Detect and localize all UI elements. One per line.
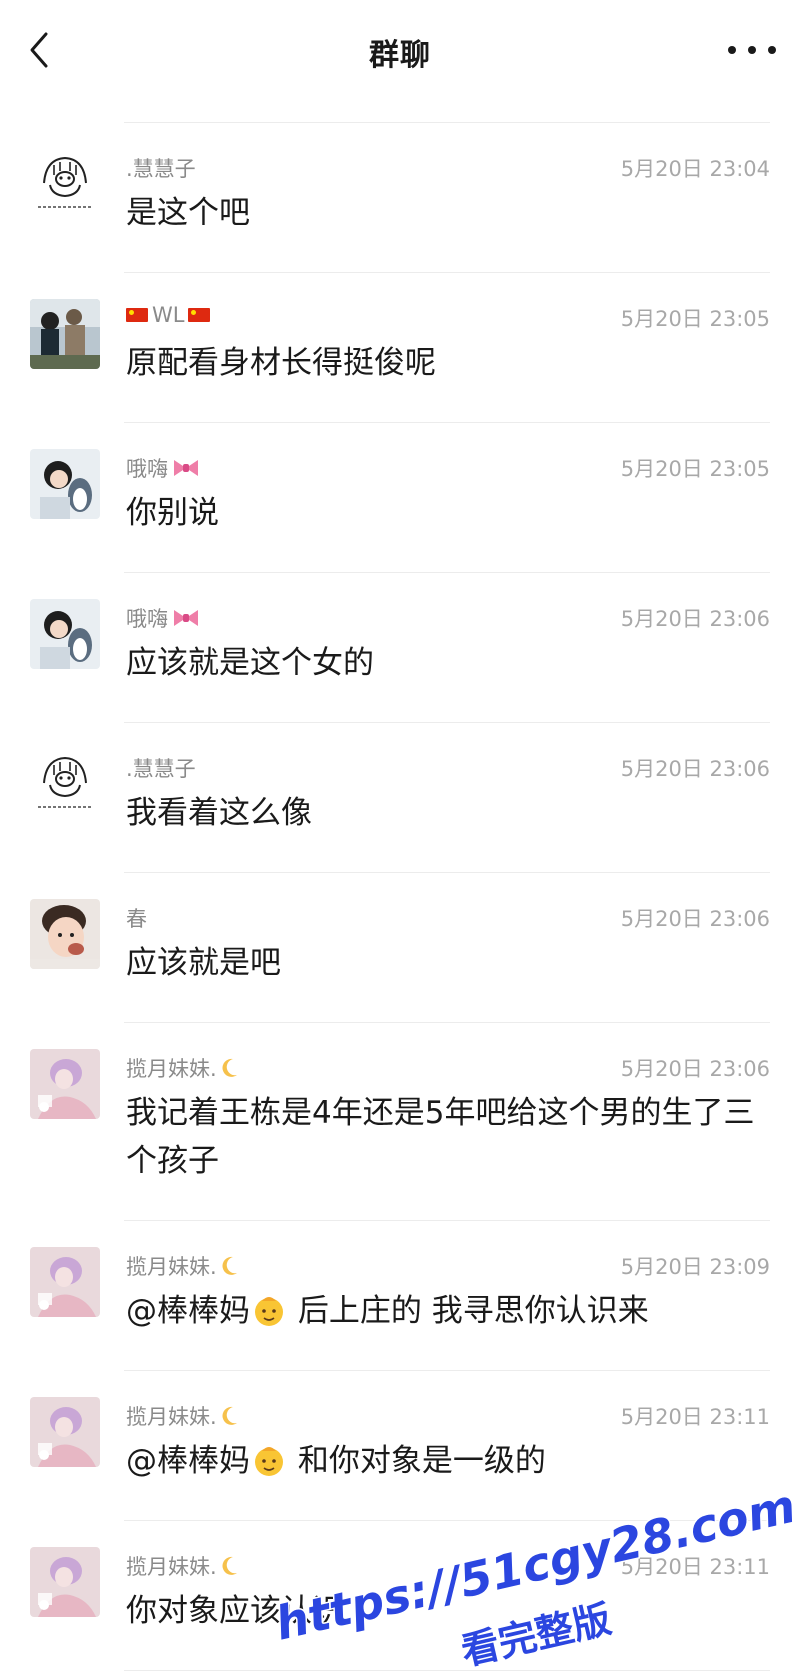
message-text[interactable]: 你对象应该认识 (126, 1587, 766, 1635)
message-meta: 哦嗨 5月20日 23:06 (126, 603, 770, 633)
sender-name[interactable]: 哦嗨 (126, 603, 200, 633)
sender-label: .慧慧子 (126, 157, 196, 181)
message-item: 揽月妹妹. 5月20日 23:06 我记着王栋是4年还是5年吧给这个男的生了三个… (0, 1023, 800, 1221)
pink-anime-avatar[interactable] (30, 1049, 100, 1119)
message-time: 5月20日 23:06 (620, 757, 770, 781)
moon-icon (222, 1058, 237, 1077)
sender-name[interactable]: .慧慧子 (126, 753, 196, 783)
message-item: 哦嗨 5月20日 23:05 你别说 (0, 423, 800, 573)
message-list: .慧慧子 5月20日 23:04 是这个吧 WL 5月20日 23:05 原配看… (0, 123, 800, 1671)
message-item: WL 5月20日 23:05 原配看身材长得挺俊呢 (0, 273, 800, 423)
message-time: 5月20日 23:06 (620, 607, 770, 631)
message-time: 5月20日 23:05 (620, 457, 770, 481)
baby-photo-avatar[interactable] (30, 899, 100, 969)
sender-label: WL (152, 303, 185, 327)
message-time: 5月20日 23:11 (620, 1405, 770, 1429)
more-button[interactable] (728, 36, 776, 64)
more-dots-icon (728, 46, 736, 54)
sender-label: 揽月妹妹. (126, 1405, 217, 1429)
message-text[interactable]: 你别说 (126, 489, 766, 537)
message-meta: 哦嗨 5月20日 23:05 (126, 453, 770, 483)
sender-label: 揽月妹妹. (126, 1255, 217, 1279)
girl-penguin-avatar[interactable] (30, 449, 100, 519)
pink-anime-avatar[interactable] (30, 1247, 100, 1317)
sketch-dog-avatar[interactable] (30, 749, 100, 819)
message-item: 揽月妹妹. 5月20日 23:11 @棒棒妈 和你对象是一级的 (0, 1371, 800, 1521)
message-time: 5月20日 23:11 (620, 1555, 770, 1579)
sender-name[interactable]: 揽月妹妹. (126, 1551, 239, 1581)
message-text[interactable]: 应该就是这个女的 (126, 639, 766, 687)
sender-name[interactable]: WL (126, 303, 211, 327)
pink-bow-icon (174, 460, 198, 476)
message-text[interactable]: 是这个吧 (126, 189, 766, 237)
page-title: 群聊 (369, 38, 431, 73)
message-text[interactable]: 我记着王栋是4年还是5年吧给这个男的生了三个孩子 (126, 1089, 766, 1185)
more-dot (768, 46, 776, 54)
message-meta: 揽月妹妹. 5月20日 23:11 (126, 1401, 770, 1431)
sender-label: 哦嗨 (126, 457, 168, 481)
china-flag-icon (126, 308, 148, 322)
china-flag-icon (188, 308, 211, 322)
girl-penguin-avatar[interactable] (30, 599, 100, 669)
message-meta: 揽月妹妹. 5月20日 23:09 (126, 1251, 770, 1281)
message-item: 春 5月20日 23:06 应该就是吧 (0, 873, 800, 1023)
sender-label: 揽月妹妹. (126, 1057, 217, 1081)
message-time: 5月20日 23:05 (620, 307, 770, 331)
message-text[interactable]: 原配看身材长得挺俊呢 (126, 339, 766, 387)
sender-label: 揽月妹妹. (126, 1555, 217, 1579)
message-meta: 揽月妹妹. 5月20日 23:06 (126, 1053, 770, 1083)
sender-name[interactable]: .慧慧子 (126, 153, 196, 183)
message-text[interactable]: @棒棒妈 和你对象是一级的 (126, 1437, 766, 1485)
baby-face-emoji-icon (254, 1446, 284, 1477)
message-item: 揽月妹妹. 5月20日 23:09 @棒棒妈 后上庄的 我寻思你认识来 (0, 1221, 800, 1371)
message-time: 5月20日 23:06 (620, 1057, 770, 1081)
moon-icon (222, 1406, 237, 1425)
message-item: .慧慧子 5月20日 23:04 是这个吧 (0, 123, 800, 273)
message-meta: 春 5月20日 23:06 (126, 903, 770, 933)
sender-name[interactable]: 春 (126, 903, 147, 933)
message-text[interactable]: 我看着这么像 (126, 789, 766, 837)
message-item: .慧慧子 5月20日 23:06 我看着这么像 (0, 723, 800, 873)
message-meta: 揽月妹妹. 5月20日 23:11 (126, 1551, 770, 1581)
sender-name[interactable]: 揽月妹妹. (126, 1053, 239, 1083)
pink-anime-avatar[interactable] (30, 1547, 100, 1617)
message-meta: WL 5月20日 23:05 (126, 303, 770, 333)
pink-anime-avatar[interactable] (30, 1397, 100, 1467)
message-body: 后上庄的 我寻思你认识来 (288, 1293, 649, 1329)
sketch-dog-avatar[interactable] (30, 149, 100, 219)
message-time: 5月20日 23:04 (620, 157, 770, 181)
sender-name[interactable]: 哦嗨 (126, 453, 200, 483)
message-text[interactable]: 应该就是吧 (126, 939, 766, 987)
message-item: 揽月妹妹. 5月20日 23:11 你对象应该认识 (0, 1521, 800, 1671)
message-text[interactable]: @棒棒妈 后上庄的 我寻思你认识来 (126, 1287, 766, 1335)
mention[interactable]: @棒棒妈 (126, 1443, 250, 1479)
more-dot (748, 46, 756, 54)
divider (124, 1670, 770, 1671)
people-photo-avatar[interactable] (30, 299, 100, 369)
message-time: 5月20日 23:09 (620, 1255, 770, 1279)
navigation-bar: 群聊 (0, 0, 800, 100)
sender-name[interactable]: 揽月妹妹. (126, 1401, 239, 1431)
moon-icon (222, 1556, 237, 1575)
sender-name[interactable]: 揽月妹妹. (126, 1251, 239, 1281)
message-item: 哦嗨 5月20日 23:06 应该就是这个女的 (0, 573, 800, 723)
moon-icon (222, 1256, 237, 1275)
sender-label: .慧慧子 (126, 757, 196, 781)
message-body: 和你对象是一级的 (288, 1443, 546, 1479)
mention[interactable]: @棒棒妈 (126, 1293, 250, 1329)
baby-face-emoji-icon (254, 1296, 284, 1327)
message-meta: .慧慧子 5月20日 23:06 (126, 753, 770, 783)
sender-label: 哦嗨 (126, 607, 168, 631)
message-meta: .慧慧子 5月20日 23:04 (126, 153, 770, 183)
message-time: 5月20日 23:06 (620, 907, 770, 931)
pink-bow-icon (174, 610, 198, 626)
sender-label: 春 (126, 907, 147, 931)
